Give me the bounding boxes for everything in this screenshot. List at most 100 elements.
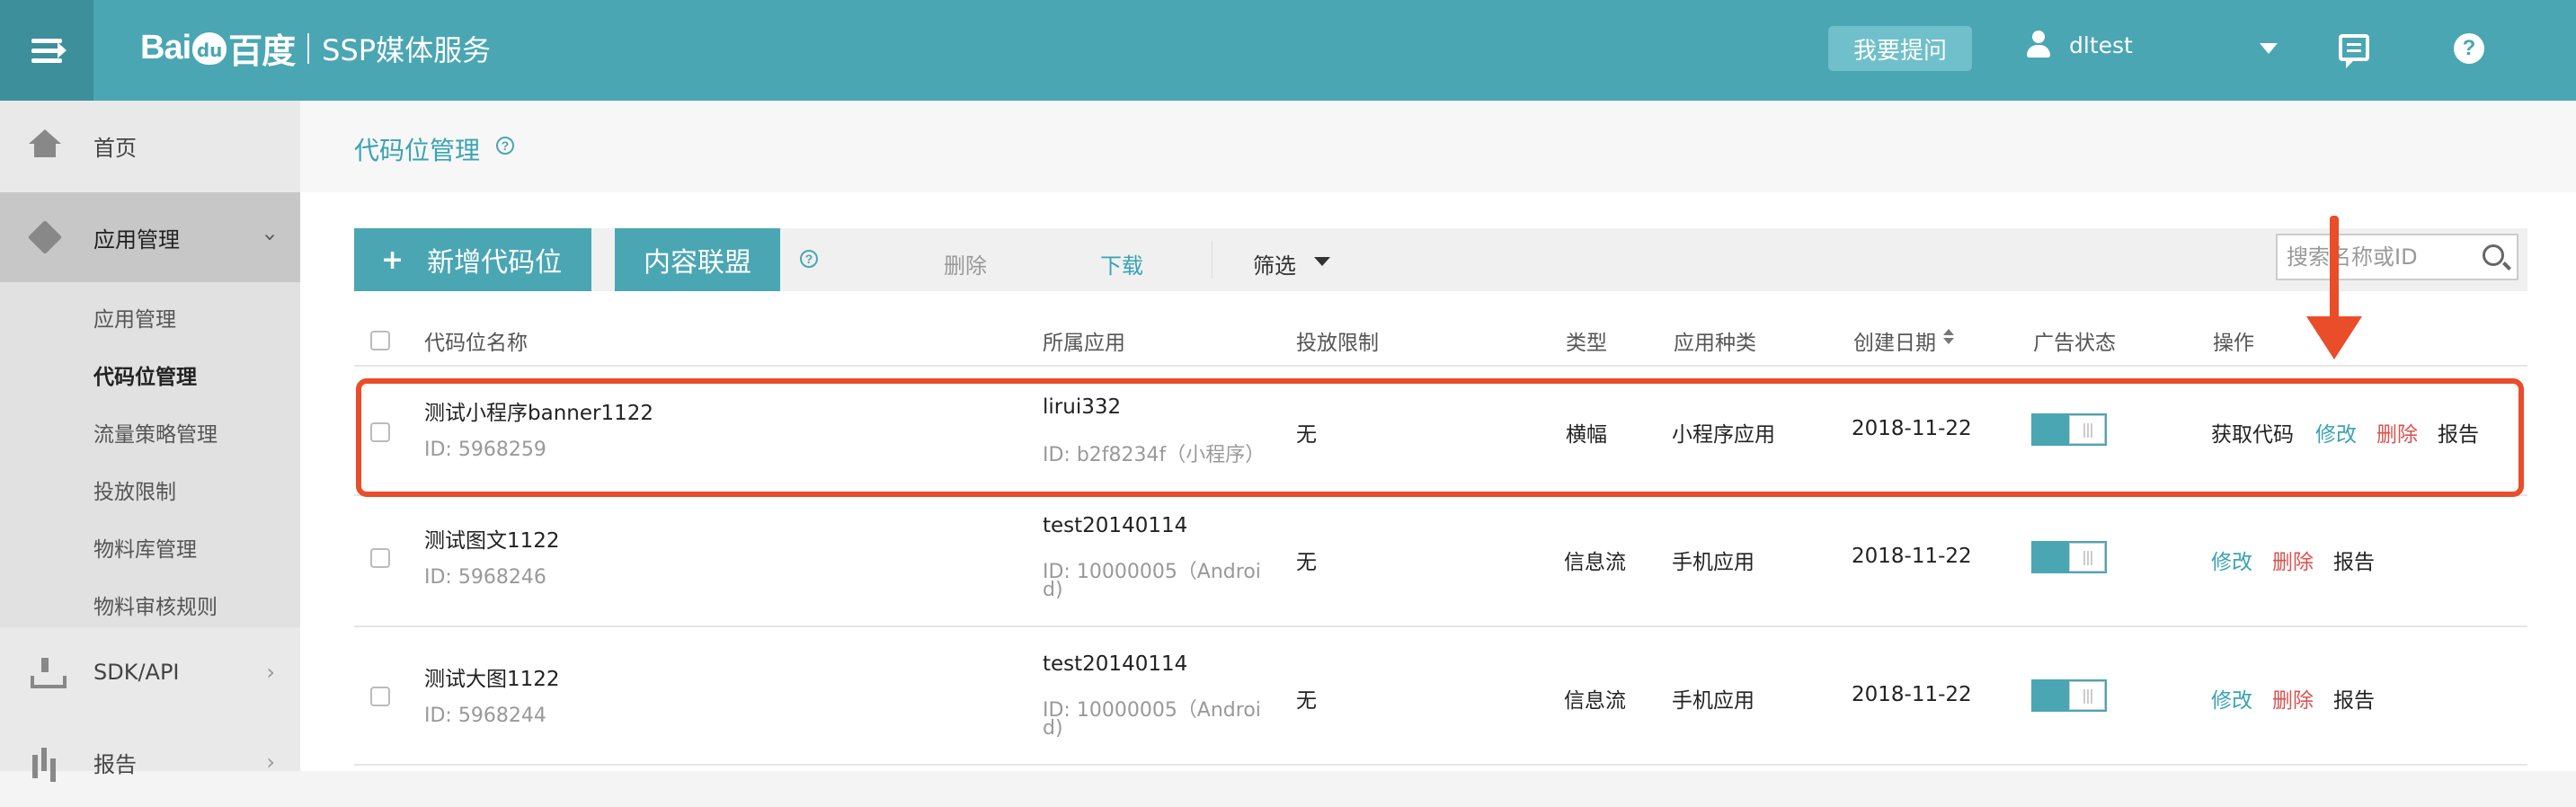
report-link[interactable]: 报告 xyxy=(2438,417,2479,448)
chevron-right-icon: › xyxy=(266,660,275,685)
annotation-arrow-icon xyxy=(2330,216,2339,324)
baidu-logo-chinese: 百度 xyxy=(228,33,296,71)
search-icon[interactable] xyxy=(2483,244,2504,266)
row-checkbox[interactable] xyxy=(370,687,390,706)
table-header: 代码位名称 所属应用 投放限制 类型 应用种类 创建日期 广告状态 操作 xyxy=(354,307,2527,367)
col-header-name: 代码位名称 xyxy=(424,332,528,355)
username: dltest xyxy=(2069,31,2133,58)
help-icon[interactable]: ? xyxy=(2454,33,2484,64)
submenu-app-management[interactable]: 应用管理 xyxy=(93,302,176,333)
user-menu[interactable]: dltest xyxy=(2026,31,2133,59)
app-id-continued: d) xyxy=(1043,717,1063,740)
row-checkbox[interactable] xyxy=(370,422,390,442)
slot-id: ID: 5968259 xyxy=(424,439,546,461)
baidu-paw-icon: du xyxy=(192,31,227,65)
add-ad-slot-button[interactable]: + 新增代码位 xyxy=(354,228,591,291)
message-icon[interactable] xyxy=(2339,34,2369,68)
submenu-delivery-limit[interactable]: 投放限制 xyxy=(93,474,176,505)
sort-icon[interactable] xyxy=(1943,329,1954,347)
edit-link[interactable]: 修改 xyxy=(2211,545,2252,575)
baidu-logo-text: Bai xyxy=(140,29,191,67)
col-header-app: 所属应用 xyxy=(1043,332,1125,355)
table-row: 测试大图1122 ID: 5968244 test20140114 ID: 10… xyxy=(354,627,2527,766)
filter-dropdown[interactable]: 筛选 xyxy=(1253,248,1296,279)
delivery-limit: 无 xyxy=(1296,423,1317,447)
select-all-checkbox[interactable] xyxy=(370,331,390,350)
col-header-status: 广告状态 xyxy=(2033,332,2116,355)
row-checkbox[interactable] xyxy=(370,548,390,568)
slot-type: 信息流 xyxy=(1564,551,1626,574)
bar-chart-icon xyxy=(29,746,61,778)
get-code-link[interactable]: 获取代码 xyxy=(2211,417,2294,448)
help-icon[interactable]: ? xyxy=(496,137,514,155)
cube-icon xyxy=(27,219,63,255)
sidebar-item-sdk-api[interactable]: SDK/API › xyxy=(0,627,300,717)
app-name: test20140114 xyxy=(1043,652,1188,676)
edit-link[interactable]: 修改 xyxy=(2211,683,2252,714)
ad-status-toggle[interactable] xyxy=(2031,679,2107,712)
top-bar: Bai du 百度 SSP媒体服务 我要提问 dltest ? xyxy=(0,0,2576,101)
user-dropdown-icon[interactable] xyxy=(2260,43,2278,54)
sidebar-item-home[interactable]: 首页 xyxy=(0,101,300,191)
submenu-material-library[interactable]: 物料库管理 xyxy=(93,532,197,563)
ad-status-toggle[interactable] xyxy=(2031,541,2107,573)
add-ad-slot-label: 新增代码位 xyxy=(427,247,563,279)
app-id: ID: b2f8234f（小程序） xyxy=(1043,444,1266,466)
col-header-actions: 操作 xyxy=(2213,332,2254,355)
edit-link[interactable]: 修改 xyxy=(2315,417,2357,448)
slot-type: 信息流 xyxy=(1564,689,1626,713)
table-row: 测试图文1122 ID: 5968246 test20140114 ID: 10… xyxy=(354,496,2527,627)
annotation-arrow-head-icon xyxy=(2306,316,2362,359)
slot-type: 横幅 xyxy=(1566,423,1607,447)
report-link[interactable]: 报告 xyxy=(2333,683,2375,714)
col-header-date[interactable]: 创建日期 xyxy=(1853,325,1936,356)
page-header: 代码位管理 ? xyxy=(300,101,2576,192)
delete-link[interactable]: 删除 xyxy=(2272,545,2314,575)
ad-status-toggle[interactable] xyxy=(2031,413,2107,446)
caret-down-icon[interactable] xyxy=(1314,257,1330,266)
app-kind: 手机应用 xyxy=(1672,551,1754,574)
slot-name: 测试图文1122 xyxy=(424,529,560,553)
created-date: 2018-11-22 xyxy=(1852,545,1972,568)
table-row: 测试小程序banner1122 ID: 5968259 lirui332 ID:… xyxy=(354,368,2527,496)
chevron-down-icon: › xyxy=(258,233,284,242)
slot-id: ID: 5968244 xyxy=(424,705,546,727)
submenu-ad-slot-management[interactable]: 代码位管理 xyxy=(93,359,197,390)
created-date: 2018-11-22 xyxy=(1852,417,1972,440)
col-header-kind: 应用种类 xyxy=(1674,332,1756,355)
brand-logo[interactable]: Bai du 百度 SSP媒体服务 xyxy=(140,23,491,73)
plus-icon: + xyxy=(381,244,404,276)
help-icon[interactable]: ? xyxy=(800,250,818,268)
search-input[interactable] xyxy=(2278,235,2475,279)
submenu-traffic-strategy[interactable]: 流量策略管理 xyxy=(93,417,218,448)
slot-id: ID: 5968246 xyxy=(424,566,546,589)
expand-arrow-icon xyxy=(58,42,67,58)
toolbar: + 新增代码位 内容联盟 ? 删除 下载 筛选 xyxy=(354,228,2527,291)
brand-divider xyxy=(307,32,310,64)
ask-question-button[interactable]: 我要提问 xyxy=(1828,26,1972,71)
app-id-continued: d) xyxy=(1043,579,1063,601)
report-link[interactable]: 报告 xyxy=(2333,545,2375,575)
app-kind: 小程序应用 xyxy=(1672,423,1775,447)
delete-button[interactable]: 删除 xyxy=(944,248,987,279)
menu-toggle-button[interactable] xyxy=(0,0,93,101)
slot-name: 测试大图1122 xyxy=(424,668,560,691)
col-header-type: 类型 xyxy=(1566,332,1607,355)
sidebar-item-label: 应用管理 xyxy=(93,226,180,253)
user-icon xyxy=(2026,31,2051,59)
home-icon xyxy=(29,129,61,162)
sidebar: 首页 应用管理 › 应用管理 代码位管理 流量策略管理 投放限制 物料库管理 物… xyxy=(0,101,300,778)
sidebar-item-app-management[interactable]: 应用管理 › xyxy=(0,192,300,282)
app-id: ID: 10000005（Androi xyxy=(1043,561,1261,583)
submenu-material-review-rules[interactable]: 物料审核规则 xyxy=(93,590,218,620)
app-kind: 手机应用 xyxy=(1672,689,1754,713)
download-button[interactable]: 下载 xyxy=(1100,248,1143,279)
content-alliance-button[interactable]: 内容联盟 xyxy=(615,228,780,291)
sidebar-item-report[interactable]: 报告 › xyxy=(0,717,300,807)
service-name: SSP媒体服务 xyxy=(322,32,492,67)
delete-link[interactable]: 删除 xyxy=(2376,417,2418,448)
delivery-limit: 无 xyxy=(1296,689,1317,713)
download-icon xyxy=(29,656,67,688)
sidebar-item-label: 报告 xyxy=(93,751,137,777)
delete-link[interactable]: 删除 xyxy=(2272,683,2314,714)
